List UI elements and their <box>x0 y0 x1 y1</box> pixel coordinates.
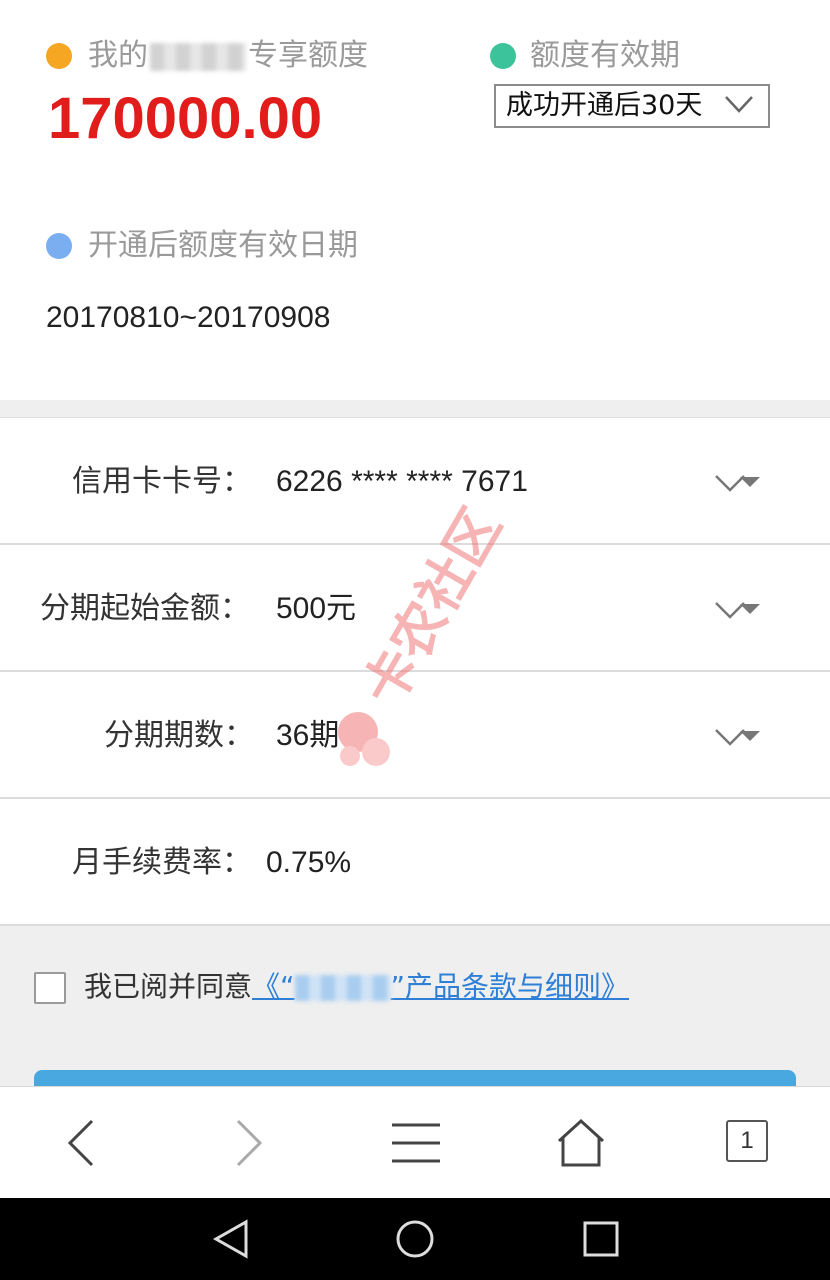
chevron-down-icon <box>725 96 753 113</box>
agreement-prefix: 我已阅并同意 <box>84 970 253 1003</box>
terms-link[interactable]: 《“ ”产品条款与细则》 <box>252 970 629 1003</box>
limit-label: 我的 专享额度 <box>88 36 368 76</box>
effective-date-value: 20170810~20170908 <box>46 301 331 334</box>
fee-rate-row: 月手续费率： 0.75% <box>0 799 830 926</box>
limit-section: 我的 专享额度 170000.00 额度有效期 成功开通后30天 开通后额度有效日… <box>0 0 830 400</box>
limit-label-suffix: 专享额度 <box>248 38 368 73</box>
min-amount-row[interactable]: 分期起始金额： 500元 <box>0 545 830 672</box>
card-number-value: 6226 **** **** 7671 <box>276 465 528 498</box>
effective-date-label: 开通后额度有效日期 <box>88 228 358 263</box>
menu-icon[interactable] <box>386 1115 446 1171</box>
blurred-product-name <box>294 975 391 1001</box>
limit-amount: 170000.00 <box>48 86 323 151</box>
dropdown-arrow-icon[interactable] <box>714 470 764 496</box>
validity-selected-value: 成功开通后30天 <box>506 90 703 121</box>
min-amount-label: 分期起始金额： <box>40 591 250 626</box>
dropdown-arrow-icon[interactable] <box>714 724 764 750</box>
periods-value: 36期 <box>276 719 340 752</box>
orange-dot-icon <box>46 43 72 69</box>
recents-square-icon[interactable] <box>578 1216 624 1262</box>
dropdown-arrow-icon[interactable] <box>714 597 764 623</box>
home-icon[interactable] <box>551 1115 611 1171</box>
home-circle-icon[interactable] <box>392 1216 438 1262</box>
back-icon[interactable] <box>52 1115 112 1171</box>
blurred-product-name <box>150 42 246 71</box>
back-triangle-icon[interactable] <box>208 1216 254 1262</box>
section-divider <box>0 400 830 418</box>
validity-select[interactable]: 成功开通后30天 <box>494 84 770 128</box>
agreement-checkbox[interactable] <box>34 972 66 1004</box>
forward-icon[interactable] <box>218 1115 278 1171</box>
fee-rate-value: 0.75% <box>266 846 352 879</box>
blue-dot-icon <box>46 233 72 259</box>
agreement-text: 我已阅并同意《“ ”产品条款与细则》 <box>84 966 629 1008</box>
system-navigation-bar <box>0 1198 830 1280</box>
card-number-label: 信用卡卡号： <box>72 464 252 499</box>
green-dot-icon <box>490 43 516 69</box>
validity-label: 额度有效期 <box>530 38 680 73</box>
limit-label-prefix: 我的 <box>88 38 148 73</box>
tabs-icon[interactable]: 1 <box>726 1120 768 1162</box>
min-amount-value: 500元 <box>276 592 357 625</box>
periods-label: 分期期数： <box>104 718 254 753</box>
browser-toolbar <box>0 1086 830 1198</box>
periods-row[interactable]: 分期期数： 36期 <box>0 672 830 799</box>
fee-rate-label: 月手续费率： <box>72 845 252 880</box>
card-number-row[interactable]: 信用卡卡号： 6226 **** **** 7671 <box>0 418 830 545</box>
